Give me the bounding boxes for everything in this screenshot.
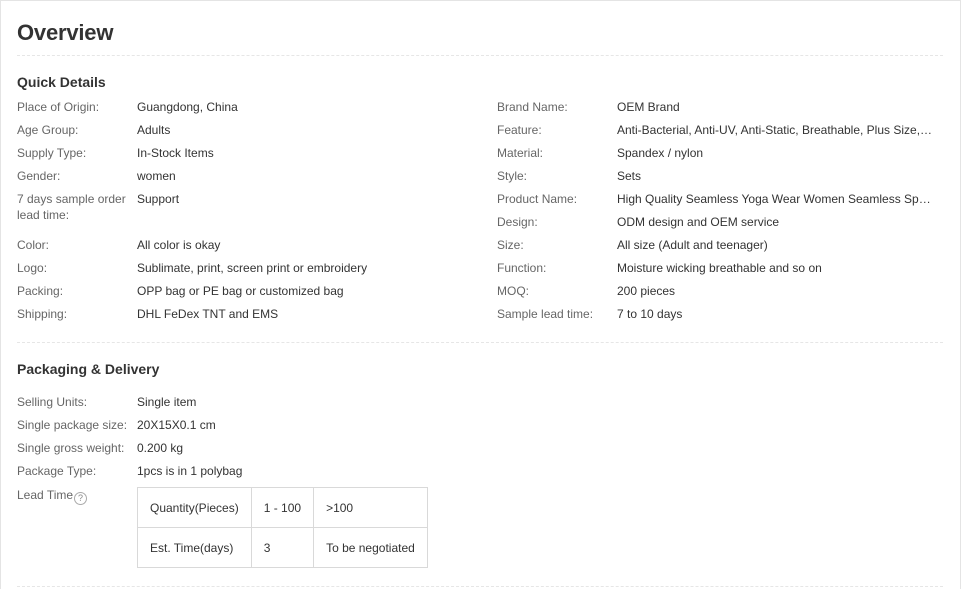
quick-details-title: Quick Details (17, 74, 106, 90)
detail-label: Brand Name: (497, 100, 568, 114)
detail-label: Feature: (497, 123, 542, 137)
detail-value: Moisture wicking breathable and so on (617, 261, 822, 275)
detail-label: Function: (497, 261, 547, 275)
detail-value: OEM Brand (617, 100, 680, 114)
lead-time-label-row: Lead Time? (17, 487, 135, 505)
detail-value: 1pcs is in 1 polybag (137, 464, 243, 478)
detail-label: Gender: (17, 169, 61, 183)
detail-label: Sample lead time: (497, 307, 594, 321)
detail-value: All size (Adult and teenager) (617, 238, 768, 252)
table-row: Quantity(Pieces) 1 - 100 >100 (137, 487, 428, 528)
detail-value: In-Stock Items (137, 146, 214, 160)
detail-value: women (137, 169, 176, 183)
detail-label: Single gross weight: (17, 441, 125, 455)
detail-value: Support (137, 192, 180, 206)
detail-label: Place of Origin: (17, 100, 100, 114)
detail-label: Shipping: (17, 307, 68, 321)
detail-label: Style: (497, 169, 528, 183)
detail-label: Logo: (17, 261, 48, 275)
table-cell: Quantity(Pieces) (137, 487, 252, 528)
detail-value: 0.200 kg (137, 441, 184, 455)
detail-value: 200 pieces (617, 284, 676, 298)
detail-label: Package Type: (17, 464, 97, 478)
divider (17, 342, 943, 343)
detail-value: Anti-Bacterial, Anti-UV, Anti-Static, Br… (617, 123, 935, 137)
detail-value: DHL FeDex TNT and EMS (137, 307, 279, 321)
detail-value: ODM design and OEM service (617, 215, 780, 229)
detail-value: High Quality Seamless Yoga Wear Women Se… (617, 192, 935, 206)
packaging-delivery-title: Packaging & Delivery (17, 361, 160, 377)
detail-label: 7 days sample order lead time: (17, 192, 126, 222)
detail-label: Product Name: (497, 192, 578, 206)
detail-label: Color: (17, 238, 50, 252)
table-row: Est. Time(days) 3 To be negotiated (137, 527, 428, 568)
detail-label: Material: (497, 146, 544, 160)
table-cell: 3 (250, 527, 315, 568)
table-cell: 1 - 100 (250, 487, 315, 528)
detail-value: Sublimate, print, screen print or embroi… (137, 261, 368, 275)
page-title: Overview (17, 20, 114, 45)
detail-label: Packing: (17, 284, 64, 298)
table-cell: Est. Time(days) (137, 527, 252, 568)
divider (17, 586, 943, 587)
detail-value: 20X15X0.1 cm (137, 418, 216, 432)
detail-value: 7 to 10 days (617, 307, 683, 321)
detail-label: Selling Units: (17, 395, 88, 409)
detail-value: Guangdong, China (137, 100, 238, 114)
table-cell: >100 (313, 487, 428, 528)
detail-label: Single package size: (17, 418, 128, 432)
detail-value: Sets (617, 169, 642, 183)
detail-label: Age Group: (17, 123, 79, 137)
divider (17, 55, 943, 56)
lead-time-label: Lead Time (17, 488, 74, 502)
detail-value: Adults (137, 123, 171, 137)
detail-value: OPP bag or PE bag or customized bag (137, 284, 344, 298)
detail-label: Design: (497, 215, 538, 229)
detail-label: Supply Type: (17, 146, 87, 160)
detail-value: Spandex / nylon (617, 146, 704, 160)
detail-label: MOQ: (497, 284, 529, 298)
detail-value: Single item (137, 395, 197, 409)
detail-label: Size: (497, 238, 524, 252)
table-cell: To be negotiated (313, 527, 428, 568)
lead-time-table: Quantity(Pieces) 1 - 100 >100 Est. Time(… (137, 487, 428, 568)
help-icon[interactable]: ? (74, 492, 88, 505)
detail-value: All color is okay (137, 238, 221, 252)
